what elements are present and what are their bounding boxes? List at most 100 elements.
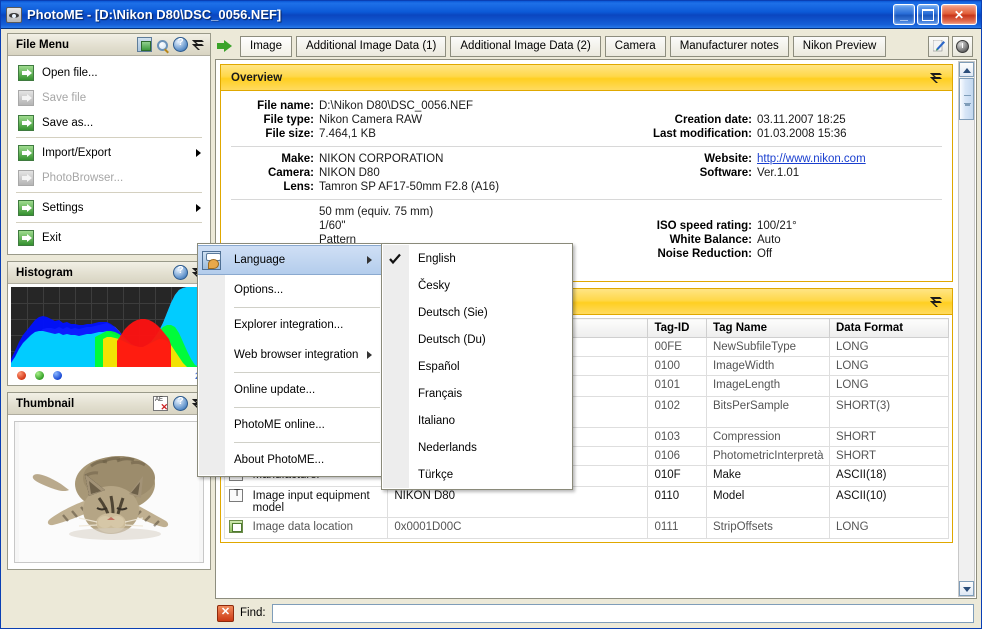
maximize-button[interactable] <box>917 4 939 25</box>
file-menu-item-photobrowser[interactable]: PhotoBrowser... <box>8 165 210 190</box>
history-button[interactable] <box>952 35 973 57</box>
help-icon[interactable] <box>173 265 188 280</box>
vertical-scrollbar[interactable] <box>958 61 975 597</box>
histogram-channel-blue[interactable] <box>53 371 62 380</box>
overview-value: 01.03.2008 15:36 <box>757 128 847 140</box>
image-data-icon <box>229 520 243 533</box>
language-item-espanol[interactable]: Español <box>382 353 572 380</box>
row-data-format: SHORT <box>828 427 950 447</box>
tab-nikon-preview[interactable]: Nikon Preview <box>792 35 887 57</box>
row-data-format: LONG <box>828 517 950 539</box>
row-name: Image data location <box>246 517 389 539</box>
tab-additional-image-data-1[interactable]: Additional Image Data (1) <box>295 35 447 57</box>
file-menu-item-import-export[interactable]: Import/Export <box>8 140 210 165</box>
collapse-icon[interactable] <box>931 295 944 308</box>
context-item-label: Online update... <box>234 384 316 396</box>
language-item-nederlands[interactable]: Nederlands <box>382 434 572 461</box>
file-menu-item-settings[interactable]: Settings <box>8 195 210 220</box>
collapse-icon[interactable] <box>193 38 206 51</box>
scroll-down-button[interactable] <box>959 581 974 596</box>
histogram-channel-green[interactable] <box>35 371 44 380</box>
remove-thumbnail-icon[interactable] <box>153 396 168 413</box>
language-item-turkce[interactable]: Türkçe <box>382 461 572 488</box>
language-item-italiano[interactable]: Italiano <box>382 407 572 434</box>
find-bar: Find: <box>215 601 977 625</box>
language-item-label: Deutsch (Sie) <box>418 306 488 319</box>
file-menu-item-save-as[interactable]: Save as... <box>8 110 210 135</box>
context-item-photome-online[interactable]: PhotoME online... <box>198 410 386 440</box>
edit-button[interactable] <box>928 35 949 57</box>
context-item-label: Explorer integration... <box>234 319 344 331</box>
context-item-language[interactable]: Language <box>198 245 386 275</box>
help-icon[interactable] <box>173 37 188 52</box>
overview-label: Website: <box>704 153 752 165</box>
tab-label: Image <box>250 40 282 52</box>
spacer <box>596 219 632 233</box>
language-item-cesky[interactable]: Česky <box>382 272 572 299</box>
submenu-arrow-icon <box>367 256 372 264</box>
file-menu-item-label: Import/Export <box>42 146 112 159</box>
collapse-icon[interactable] <box>931 71 944 84</box>
context-item-explorer-integration[interactable]: Explorer integration... <box>198 310 386 340</box>
th-tag-id[interactable]: Tag-ID <box>647 318 707 338</box>
find-input[interactable] <box>271 603 974 623</box>
tab-bar: Image Additional Image Data (1) Addition… <box>215 33 977 59</box>
context-item-options[interactable]: Options... <box>198 275 386 305</box>
file-menu-item-exit[interactable]: Exit <box>8 225 210 250</box>
overview-value <box>757 261 942 275</box>
overview-value: Ver.1.01 <box>757 167 800 179</box>
close-button[interactable]: ✕ <box>941 4 977 25</box>
tab-additional-image-data-2[interactable]: Additional Image Data (2) <box>450 35 601 57</box>
file-menu-item-open-file[interactable]: Open file... <box>8 60 210 85</box>
overview-value: 100/21° <box>757 220 797 232</box>
clock-icon <box>956 39 969 53</box>
file-menu-divider <box>16 222 202 223</box>
overview-table-top: File name: D:\Nikon D80\DSC_0056.NEF Fil… <box>231 99 942 141</box>
row-tag-id: 0101 <box>647 375 707 397</box>
th-tag-name[interactable]: Tag Name <box>705 318 830 338</box>
website-link[interactable]: http://www.nikon.com <box>757 153 866 165</box>
find-label: Find: <box>240 607 266 619</box>
context-item-label: PhotoME online... <box>234 419 325 431</box>
scrollbar-thumb[interactable] <box>959 78 974 120</box>
table-row[interactable]: Image data location 0x0001D00C 0111 Stri… <box>223 517 950 539</box>
context-menu-divider <box>234 372 380 373</box>
minimize-button[interactable]: _ <box>893 4 915 25</box>
arrow-right-icon <box>18 114 34 131</box>
copies-icon[interactable] <box>137 37 152 52</box>
tab-manufacturer-notes[interactable]: Manufacturer notes <box>669 35 789 57</box>
overview-label: File size: <box>265 128 314 140</box>
th-data-format[interactable]: Data Format <box>828 318 950 338</box>
context-item-about-photome[interactable]: About PhotoME... <box>198 445 386 475</box>
tab-label: Additional Image Data (2) <box>460 40 591 52</box>
row-tag-id: 0102 <box>647 396 707 428</box>
row-tag-id: 0103 <box>647 427 707 447</box>
overview-label: Last modification: <box>652 128 752 140</box>
search-icon[interactable] <box>157 39 168 51</box>
language-item-english[interactable]: English <box>382 245 572 272</box>
context-item-web-browser-integration[interactable]: Web browser integration <box>198 340 386 370</box>
language-item-deutsch-sie[interactable]: Deutsch (Sie) <box>382 299 572 326</box>
submenu-arrow-icon <box>367 351 372 359</box>
histogram-channel-red[interactable] <box>17 371 26 380</box>
table-row[interactable]: Image input equipment model NIKON D80 01… <box>223 486 950 518</box>
context-item-online-update[interactable]: Online update... <box>198 375 386 405</box>
scroll-up-button[interactable] <box>959 62 974 77</box>
tab-camera[interactable]: Camera <box>604 35 666 57</box>
language-item-label: Česky <box>418 279 450 292</box>
close-find-button[interactable] <box>217 604 234 622</box>
help-icon[interactable] <box>173 396 188 411</box>
language-item-deutsch-du[interactable]: Deutsch (Du) <box>382 326 572 353</box>
file-menu-item-save-file[interactable]: Save file <box>8 85 210 110</box>
spacer <box>596 205 632 219</box>
file-menu-header-icons <box>137 37 206 52</box>
overview-title: Overview <box>231 71 283 84</box>
language-item-label: Nederlands <box>418 441 477 454</box>
language-item-francais[interactable]: Français <box>382 380 572 407</box>
forward-arrow-icon[interactable] <box>217 39 233 53</box>
overview-row: Make: NIKON CORPORATION Website: http://… <box>231 152 942 166</box>
overview-value: 50 mm (equiv. 75 mm) <box>319 206 434 218</box>
overview-label: File type: <box>263 114 314 126</box>
tab-image[interactable]: Image <box>240 35 292 57</box>
arrow-right-icon <box>18 64 34 81</box>
